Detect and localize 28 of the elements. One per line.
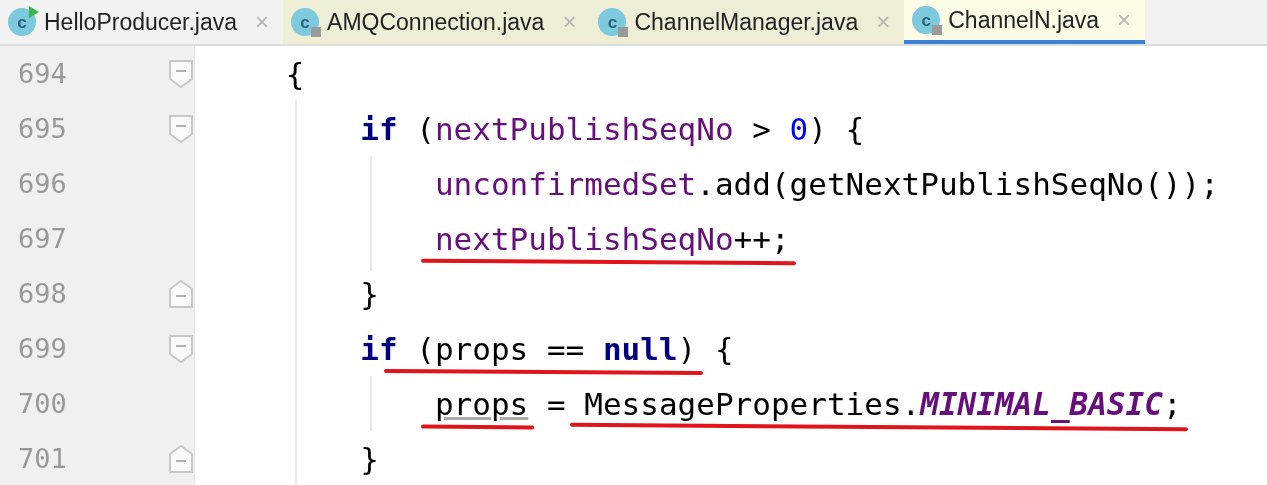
code-line: } bbox=[360, 275, 379, 312]
line-number: 698 bbox=[17, 278, 68, 309]
class-file-icon: c bbox=[291, 8, 320, 36]
code-line: nextPublishSeqNo++; bbox=[434, 220, 790, 257]
code-line: unconfirmedSet.add(getNextPublishSeqNo()); bbox=[434, 165, 1219, 202]
line-number: 700 bbox=[17, 388, 68, 419]
line-number: 695 bbox=[17, 113, 68, 144]
fold-marker-icon[interactable] bbox=[168, 58, 194, 89]
class-file-icon: c bbox=[8, 8, 36, 36]
fold-marker-icon[interactable] bbox=[168, 278, 194, 309]
editor-tab[interactable]: c ChannelN.java × bbox=[904, 0, 1146, 44]
code-line: if (nextPublishSeqNo > 0) { bbox=[360, 110, 865, 147]
class-file-icon: c bbox=[598, 8, 627, 36]
fold-marker-icon[interactable] bbox=[168, 333, 194, 364]
line-number: 701 bbox=[17, 443, 68, 474]
fold-marker-icon[interactable] bbox=[168, 443, 194, 474]
code-line: if (props == null) { bbox=[360, 330, 734, 367]
class-file-icon: c bbox=[912, 6, 941, 34]
code-line: { bbox=[285, 55, 305, 92]
editor-tab[interactable]: c ChannelManager.java × bbox=[590, 0, 905, 44]
editor-tab[interactable]: c AMQConnection.java × bbox=[283, 0, 591, 44]
line-number: 696 bbox=[17, 168, 68, 199]
line-number: 697 bbox=[17, 223, 68, 254]
line-number: 694 bbox=[17, 58, 68, 89]
fold-marker-icon[interactable] bbox=[168, 113, 194, 144]
code-line: } bbox=[360, 440, 379, 477]
code-line: props = MessageProperties.MINIMAL_BASIC; bbox=[434, 385, 1182, 422]
line-number: 699 bbox=[17, 333, 68, 364]
